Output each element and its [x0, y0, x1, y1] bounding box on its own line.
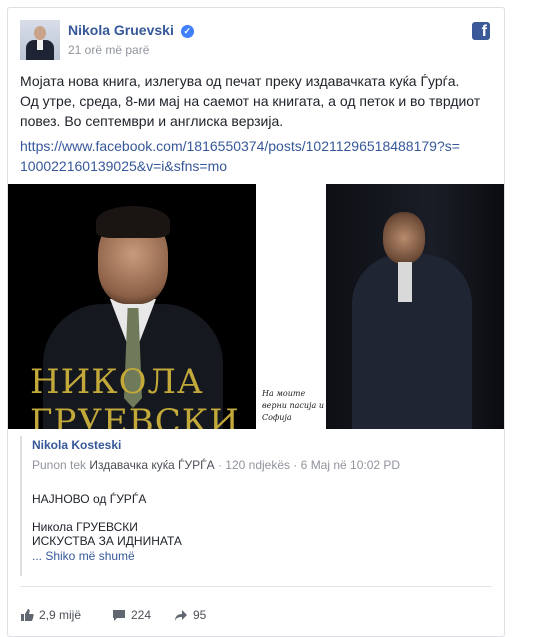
post-link[interactable]: https://www.facebook.com/1816550374/post… [20, 136, 460, 176]
comment-count-value: 224 [131, 608, 152, 622]
comment-count[interactable]: 224 [112, 608, 151, 622]
verified-badge-icon: ✓ [180, 25, 194, 38]
shared-meta-suffix: · 120 ndjekës · 6 Maj në 10:02 PD [217, 458, 401, 472]
author-name[interactable]: Nikola Gruevski [68, 22, 174, 38]
shared-text-line: Никола ГРУЕВСКИ [32, 520, 138, 534]
like-count[interactable]: 2,9 mijë [20, 608, 81, 622]
post-timestamp[interactable]: 21 orë më parë [68, 43, 149, 57]
share-count-value: 95 [193, 608, 207, 622]
author-name-row[interactable]: Nikola Gruevski ✓ [68, 22, 194, 38]
share-arrow-icon [174, 608, 188, 622]
post-card: Nikola Gruevski ✓ 21 orë më parë f Мојат… [7, 7, 505, 637]
cover-title-last-name: ГРУЕВСКИ [30, 402, 240, 429]
share-count[interactable]: 95 [174, 608, 206, 622]
cover-hair [96, 206, 170, 238]
shared-text-line: ИСКУСТВА ЗА ИДНИНАТА [32, 534, 182, 548]
facebook-logo-icon[interactable]: f [472, 22, 490, 40]
shared-meta-prefix: Punon tek [32, 458, 87, 472]
post-text: Мојата нова книга, излегува од печат пре… [20, 71, 490, 131]
avatar-shirt [37, 40, 43, 50]
post-text-line: Од утре, среда, 8-ми мај на саемот на кн… [20, 93, 481, 129]
shared-author-name[interactable]: Nikola Kosteski [32, 438, 121, 452]
reaction-bar: 2,9 mijë 224 95 [20, 608, 490, 628]
like-count-value: 2,9 mijë [39, 608, 82, 622]
book-inner-photo[interactable]: На моите верни пасија и Софија [258, 184, 504, 429]
shared-post: Nikola Kosteski Punon tek Издавачка куќа… [20, 436, 492, 576]
inner-head [383, 212, 425, 264]
post-text-line: Мојата нова книга, излегува од печат пре… [20, 73, 460, 89]
see-more-link[interactable]: ... Shiko më shumë [32, 549, 135, 563]
book-cover-photo[interactable]: НИКОЛА ГРУЕВСКИ [8, 184, 256, 429]
photo-grid: НИКОЛА ГРУЕВСКИ На моите верни пасија и … [8, 184, 504, 429]
like-icon [20, 608, 34, 622]
comment-icon [112, 608, 126, 622]
inner-figure [352, 254, 472, 429]
avatar-head [34, 26, 46, 40]
actions-divider [20, 586, 492, 587]
inner-dedication-caption: На моите верни пасија и Софија [262, 389, 324, 422]
shared-meta: Punon tek Издавачка куќа ЃУРЃА · 120 ndj… [32, 458, 400, 472]
inner-shirt [398, 262, 412, 302]
shared-meta-place[interactable]: Издавачка куќа ЃУРЃА [89, 458, 214, 472]
shared-text-line: НАЈНОВО од ЃУРЃА [32, 492, 147, 506]
cover-title-first-name: НИКОЛА [30, 362, 204, 402]
author-avatar[interactable] [20, 20, 60, 60]
